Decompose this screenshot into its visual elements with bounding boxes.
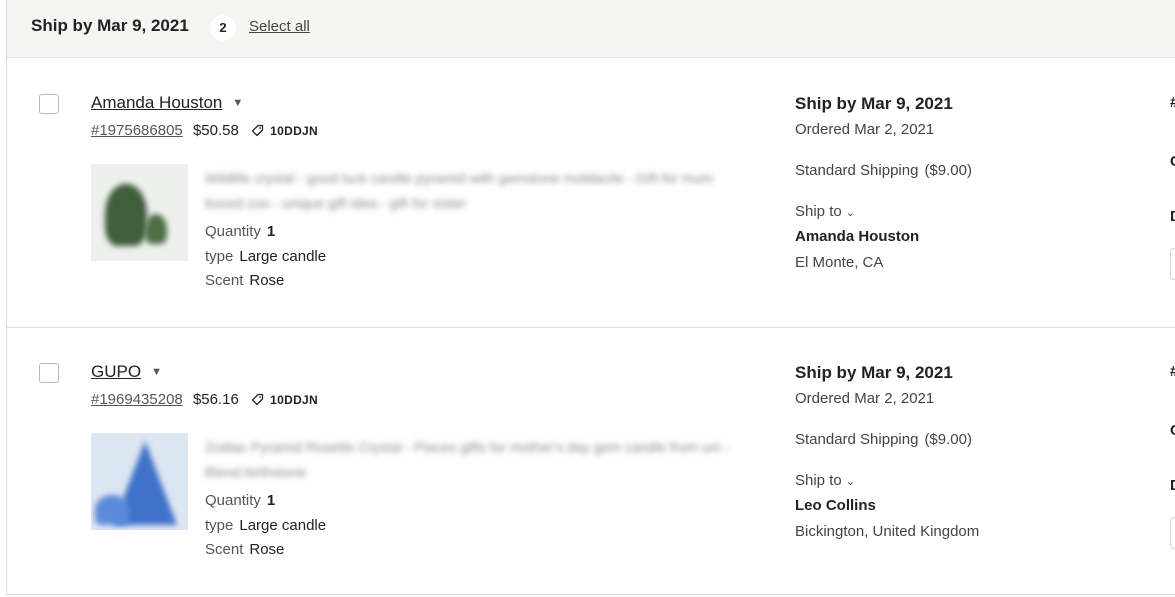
order-number-link[interactable]: #1975686805 xyxy=(91,122,183,139)
shipping-method: Standard Shipping ($9.00) xyxy=(795,162,972,179)
attribute-type: type Large candle xyxy=(205,517,327,534)
ordered-date: Ordered Mar 2, 2021 xyxy=(795,121,935,138)
attribute-scent: Scent Rose xyxy=(205,541,285,558)
truncated-column-text: C xyxy=(1170,153,1175,170)
buyer-name: Amanda Houston xyxy=(91,93,223,112)
tag-icon xyxy=(251,124,264,141)
buyer-name-link[interactable]: GUPO ▼ xyxy=(91,362,162,382)
product-thumbnail[interactable] xyxy=(91,433,188,530)
chevron-down-icon[interactable]: ▼ xyxy=(151,366,162,378)
order-meta: #1975686805 $50.58 10DDJN xyxy=(91,122,318,141)
attribute-quantity: Quantity 1 xyxy=(205,492,276,509)
order-total: $50.58 xyxy=(192,122,239,139)
recipient-name: Leo Collins xyxy=(795,497,876,514)
ship-to-toggle[interactable]: Ship to ⌄ xyxy=(795,203,855,220)
chevron-down-icon[interactable]: ▼ xyxy=(232,97,243,109)
attribute-quantity: Quantity 1 xyxy=(205,223,276,240)
order-number-link[interactable]: #1969435208 xyxy=(91,391,183,408)
attribute-scent: Scent Rose xyxy=(205,272,285,289)
buyer-name: GUPO xyxy=(91,362,142,381)
ship-to-toggle[interactable]: Ship to ⌄ xyxy=(795,472,855,489)
ship-by-date: Ship by Mar 9, 2021 xyxy=(795,363,953,382)
recipient-name: Amanda Houston xyxy=(795,228,920,245)
ship-by-group-header: Ship by Mar 9, 2021 2 Select all xyxy=(7,0,1175,58)
select-all-link[interactable]: Select all xyxy=(249,18,310,35)
chevron-down-icon: ⌄ xyxy=(845,476,855,488)
ship-by-date: Ship by Mar 9, 2021 xyxy=(795,94,953,113)
truncated-action-button[interactable] xyxy=(1170,248,1175,280)
coupon-code: 10DDJN xyxy=(270,393,318,407)
shipping-method: Standard Shipping ($9.00) xyxy=(795,431,972,448)
order-card: GUPO ▼ #1969435208 $56.16 10DDJN Zodiac P… xyxy=(7,327,1175,594)
tag-icon xyxy=(251,393,264,410)
orders-panel: Ship by Mar 9, 2021 2 Select all Amanda … xyxy=(6,0,1175,595)
buyer-name-link[interactable]: Amanda Houston ▼ xyxy=(91,93,243,113)
listing-title[interactable]: Zodiac Pyramid Rosette Crystal - Pieces … xyxy=(205,435,755,485)
ordered-date: Ordered Mar 2, 2021 xyxy=(795,390,935,407)
product-thumbnail[interactable] xyxy=(91,164,188,261)
truncated-column-text: # xyxy=(1170,363,1175,380)
truncated-column-text: C xyxy=(1170,422,1175,439)
listing-title[interactable]: Wildlife crystal - good luck candle pyra… xyxy=(205,166,755,216)
recipient-location: El Monte, CA xyxy=(795,254,884,271)
group-title: Ship by Mar 9, 2021 xyxy=(31,16,189,35)
truncated-action-button[interactable] xyxy=(1170,517,1175,549)
recipient-location: Bickington, United Kingdom xyxy=(795,523,980,540)
truncated-column-text: D xyxy=(1170,477,1175,494)
order-meta: #1969435208 $56.16 10DDJN xyxy=(91,391,318,410)
truncated-column-text: # xyxy=(1170,94,1175,111)
coupon-code: 10DDJN xyxy=(270,124,318,138)
chevron-down-icon: ⌄ xyxy=(845,207,855,219)
attribute-type: type Large candle xyxy=(205,248,327,265)
order-checkbox[interactable] xyxy=(39,363,59,383)
truncated-column-text: D xyxy=(1170,208,1175,225)
order-card: Amanda Houston ▼ #1975686805 $50.58 10DDJ… xyxy=(7,58,1175,328)
order-total: $56.16 xyxy=(192,391,239,408)
order-checkbox[interactable] xyxy=(39,94,59,114)
group-count-badge: 2 xyxy=(210,15,236,41)
